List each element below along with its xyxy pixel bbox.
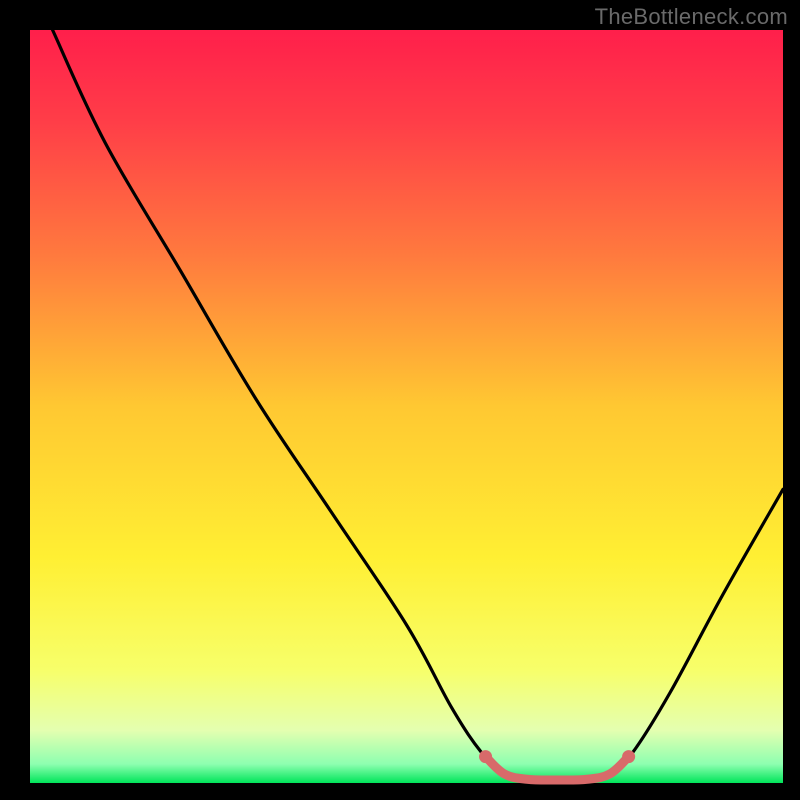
highlight-endpoint-left <box>479 750 492 763</box>
bottleneck-chart <box>0 0 800 800</box>
plot-background <box>30 30 783 783</box>
highlight-endpoint-right <box>622 750 635 763</box>
chart-frame: TheBottleneck.com <box>0 0 800 800</box>
watermark-text: TheBottleneck.com <box>595 4 788 30</box>
